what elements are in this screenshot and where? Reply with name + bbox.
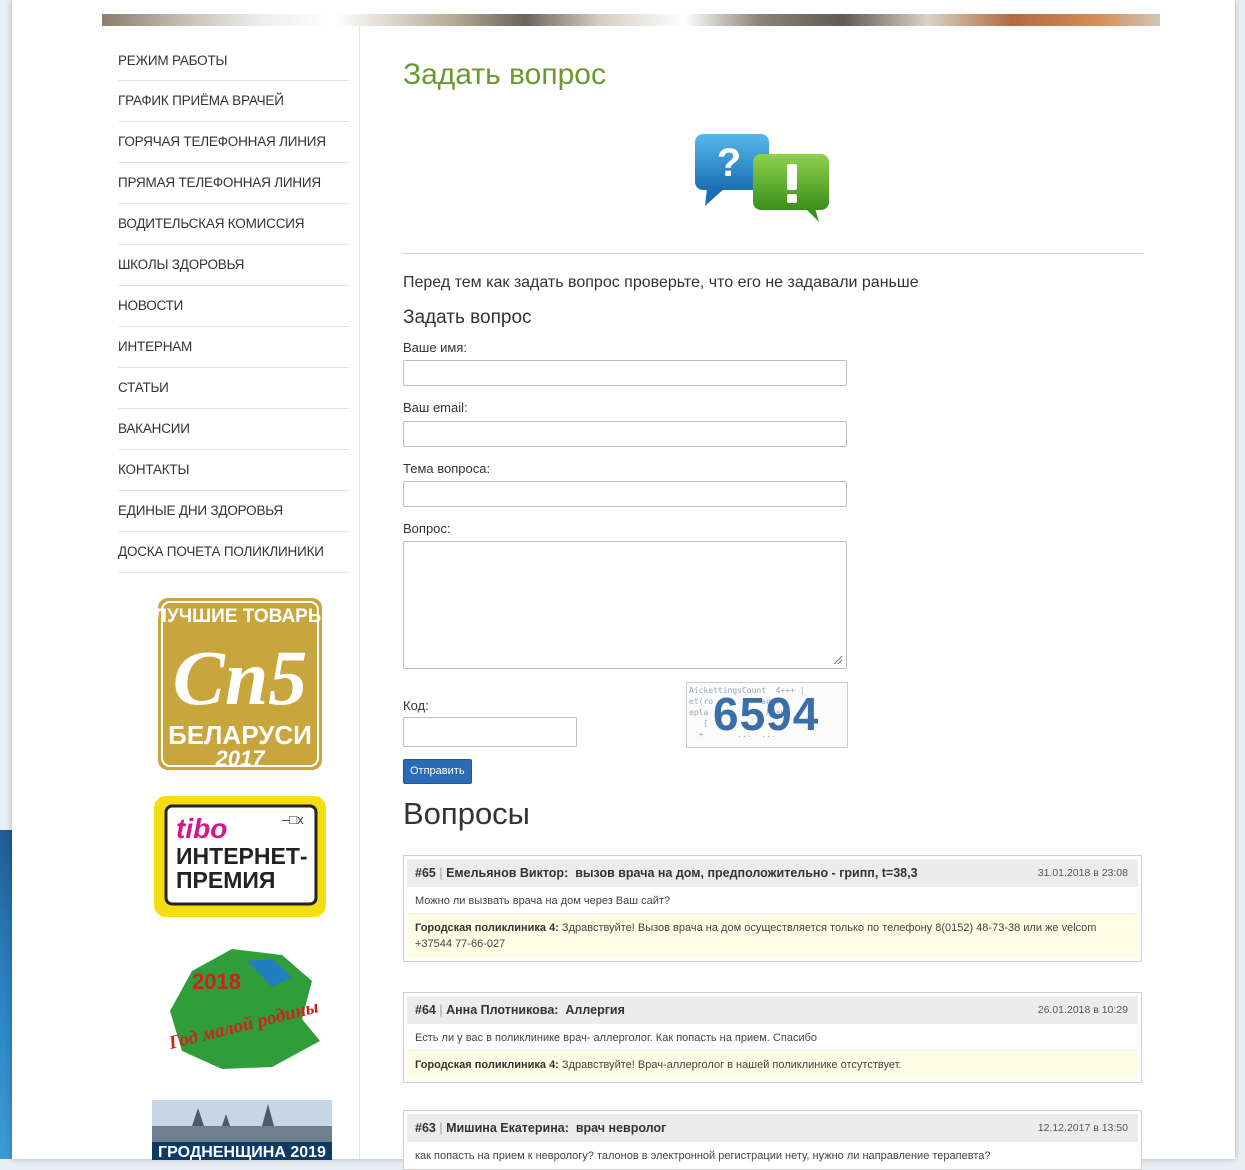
best-goods-badge[interactable]: ЛУЧШИЕ ТОВАРЫ Cп5 БЕЛАРУСИ 2017 xyxy=(158,598,322,770)
svg-text:–□x: –□x xyxy=(282,812,304,827)
question-text: Можно ли вызвать врача на дом через Ваш … xyxy=(415,895,671,907)
subject-input[interactable] xyxy=(403,481,847,507)
sidebar-item-doctor-schedule[interactable]: ГРАФИК ПРИЁМА ВРАЧЕЙ xyxy=(118,81,349,122)
question-author: Емельянов Виктор: xyxy=(446,866,569,880)
email-label: Ваш email: xyxy=(403,400,468,415)
resize-grip-icon[interactable] xyxy=(833,655,843,665)
question-subject: вызов врача на дом, предположительно - г… xyxy=(575,866,918,880)
code-label: Код: xyxy=(403,698,429,713)
svg-text:?: ? xyxy=(717,141,741,185)
question-answer-icon: ? xyxy=(695,134,829,222)
name-input[interactable] xyxy=(403,360,847,386)
year-of-homeland-badge[interactable]: 2018 Год малой родины xyxy=(152,941,334,1076)
question-text: как попасть на прием к неврологу? талоно… xyxy=(415,1150,991,1162)
intro-text: Перед тем как задать вопрос проверьте, ч… xyxy=(403,274,919,291)
question-id: #65 xyxy=(415,866,436,880)
svg-text:tibo: tibo xyxy=(176,813,227,844)
question-subject: врач невролог xyxy=(575,1121,667,1135)
sidebar-item-news[interactable]: НОВОСТИ xyxy=(118,286,349,327)
question-text: Есть ли у вас в поликлинике врач- аллерг… xyxy=(415,1032,818,1044)
question-textarea[interactable] xyxy=(403,541,847,669)
question-header: #64 | Анна Плотникова: Аллергия 26.01.20… xyxy=(407,996,1138,1024)
name-label: Ваше имя: xyxy=(403,340,468,355)
question-date: 31.01.2018 в 23:08 xyxy=(1037,867,1128,879)
question-label: Вопрос: xyxy=(403,521,451,536)
page-container: РЕЖИМ РАБОТЫ ГРАФИК ПРИЁМА ВРАЧЕЙ ГОРЯЧА… xyxy=(12,0,1235,1170)
sidebar-item-health-days[interactable]: ЕДИНЫЕ ДНИ ЗДОРОВЬЯ xyxy=(118,491,349,532)
captcha-image: AickettingsCount 4+++ | et(ro andre epla… xyxy=(686,682,848,748)
question-date: 12.12.2017 в 13:50 xyxy=(1037,1122,1128,1134)
answer-block: Городская поликлиника 4: Здравствуйте! В… xyxy=(407,1050,1138,1079)
answer-text: Здравствуйте! Врач-аллерголог в нашей по… xyxy=(561,1059,902,1071)
sidebar-item-vacancies[interactable]: ВАКАНСИИ xyxy=(118,409,349,450)
question-card: #63 | Мишина Екатерина: врач невролог 12… xyxy=(403,1110,1142,1170)
question-author: Анна Плотникова: xyxy=(446,1003,559,1017)
answer-author: Городская поликлиника 4: xyxy=(415,1059,559,1071)
sidebar-item-interns[interactable]: ИНТЕРНАМ xyxy=(118,327,349,368)
question-card: #64 | Анна Плотникова: Аллергия 26.01.20… xyxy=(403,992,1142,1083)
grodno-region-badge[interactable]: ГРОДНЕНЩИНА 2019 xyxy=(152,1100,332,1160)
form-title: Задать вопрос xyxy=(403,307,532,328)
email-input[interactable] xyxy=(403,421,847,447)
questions-title: Вопросы xyxy=(403,796,530,831)
sidebar: РЕЖИМ РАБОТЫ ГРАФИК ПРИЁМА ВРАЧЕЙ ГОРЯЧА… xyxy=(102,26,360,1160)
svg-text:2017: 2017 xyxy=(215,746,267,770)
question-date: 26.01.2018 в 10:29 xyxy=(1037,1004,1128,1016)
submit-button[interactable]: Отправить xyxy=(403,759,472,784)
question-header: #65 | Емельянов Виктор: вызов врача на д… xyxy=(407,859,1138,887)
question-subject: Аллергия xyxy=(565,1003,625,1017)
header-banner xyxy=(102,14,1160,26)
sidebar-item-driver-commission[interactable]: ВОДИТЕЛЬСКАЯ КОМИССИЯ xyxy=(118,204,349,245)
divider xyxy=(403,253,1143,254)
sidebar-item-honor-board[interactable]: ДОСКА ПОЧЕТА ПОЛИКЛИНИКИ xyxy=(118,532,349,573)
sidebar-menu: РЕЖИМ РАБОТЫ ГРАФИК ПРИЁМА ВРАЧЕЙ ГОРЯЧА… xyxy=(102,26,359,573)
sidebar-item-contacts[interactable]: КОНТАКТЫ xyxy=(118,450,349,491)
svg-text:ЛУЧШИЕ ТОВАРЫ: ЛУЧШИЕ ТОВАРЫ xyxy=(158,606,322,627)
captcha-code: 6594 xyxy=(713,688,820,740)
answer-author: Городская поликлиника 4: xyxy=(415,922,559,934)
question-header: #63 | Мишина Екатерина: врач невролог 12… xyxy=(407,1114,1138,1142)
page-title: Задать вопрос xyxy=(403,58,606,91)
svg-text:Cп5: Cп5 xyxy=(173,634,307,721)
svg-text:2018: 2018 xyxy=(192,969,241,994)
sidebar-item-work-hours[interactable]: РЕЖИМ РАБОТЫ xyxy=(118,26,349,81)
subject-label: Тема вопроса: xyxy=(403,461,491,476)
svg-text:ПРЕМИЯ: ПРЕМИЯ xyxy=(176,867,275,893)
tibo-badge[interactable]: tibo –□x ИНТЕРНЕТ- ПРЕМИЯ xyxy=(152,794,328,919)
svg-text:ИНТЕРНЕТ-: ИНТЕРНЕТ- xyxy=(176,843,308,869)
svg-text:ГРОДНЕНЩИНА 2019: ГРОДНЕНЩИНА 2019 xyxy=(158,1144,326,1160)
sidebar-item-health-schools[interactable]: ШКОЛЫ ЗДОРОВЬЯ xyxy=(118,245,349,286)
question-card: #65 | Емельянов Виктор: вызов врача на д… xyxy=(403,855,1142,962)
question-author: Мишина Екатерина: xyxy=(446,1121,569,1135)
sidebar-item-direct-line[interactable]: ПРЯМАЯ ТЕЛЕФОННАЯ ЛИНИЯ xyxy=(118,163,349,204)
question-id: #63 xyxy=(415,1121,436,1135)
question-id: #64 xyxy=(415,1003,436,1017)
sidebar-item-articles[interactable]: СТАТЬИ xyxy=(118,368,349,409)
answer-block: Городская поликлиника 4: Здравствуйте! В… xyxy=(407,913,1138,958)
sidebar-item-hotline[interactable]: ГОРЯЧАЯ ТЕЛЕФОННАЯ ЛИНИЯ xyxy=(118,122,349,163)
captcha-input[interactable] xyxy=(403,717,577,747)
